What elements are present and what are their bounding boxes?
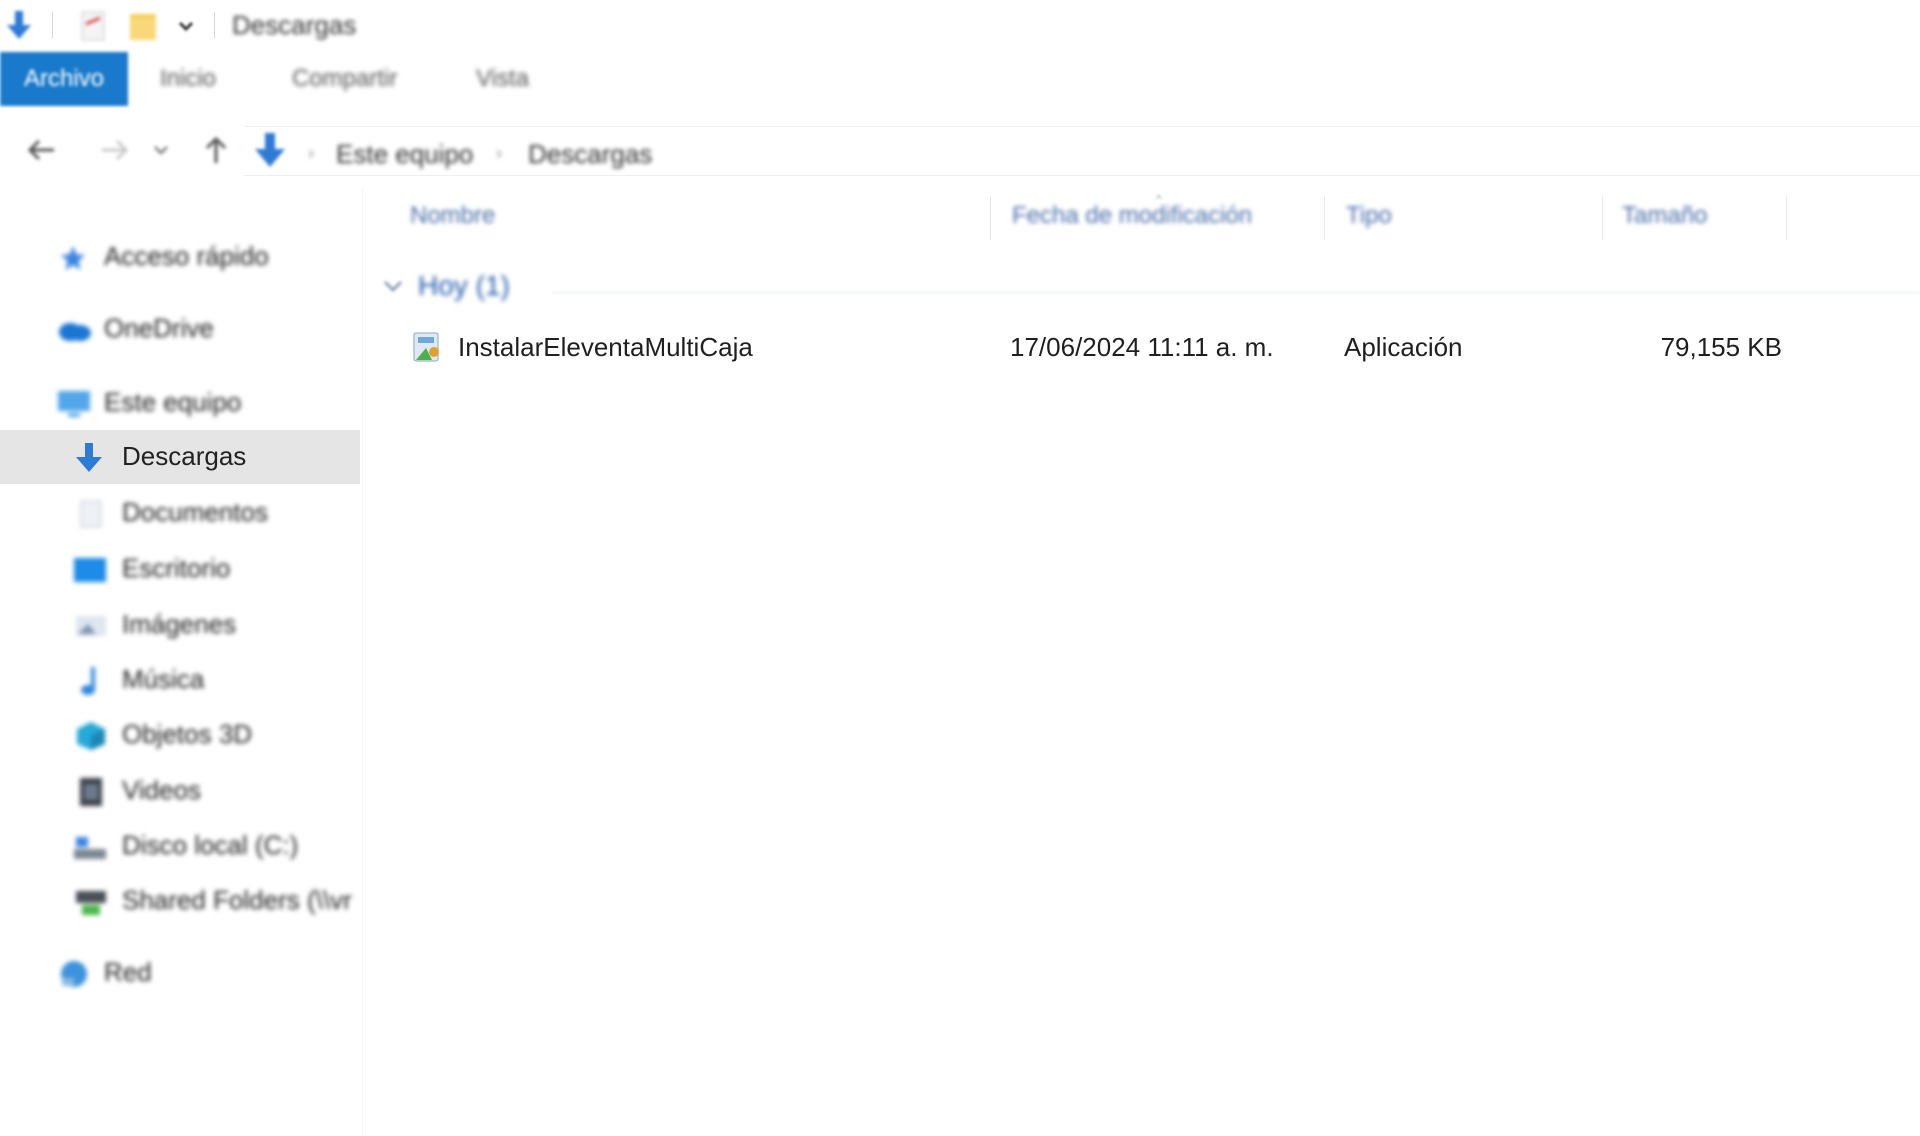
navigation-bar: › Este equipo › Descargas xyxy=(0,108,1920,188)
sidebar-item-imagenes[interactable]: Imágenes xyxy=(0,598,360,652)
file-row[interactable]: InstalarEleventaMultiCaja 17/06/2024 11:… xyxy=(402,324,1862,370)
file-modified-date: 17/06/2024 11:11 a. m. xyxy=(1010,332,1274,362)
sidebar-item-escritorio[interactable]: Escritorio xyxy=(0,542,360,596)
sidebar-item-este-equipo[interactable]: Este equipo xyxy=(0,376,360,430)
sidebar-item-descargas[interactable]: Descargas xyxy=(0,430,360,484)
tab-compartir[interactable]: Compartir xyxy=(292,52,397,106)
tab-archivo[interactable]: Archivo xyxy=(0,52,128,106)
sidebar-item-shared-folders[interactable]: Shared Folders (\\vr xyxy=(0,874,360,928)
sidebar-item-label: Este equipo xyxy=(104,387,242,417)
desktop-icon xyxy=(72,555,108,585)
navigation-pane: Acceso rápido OneDrive Este equipo Desca… xyxy=(0,188,363,1136)
forward-arrow-icon[interactable] xyxy=(94,130,134,170)
quick-access-download-icon[interactable] xyxy=(2,8,36,44)
music-note-icon xyxy=(76,666,106,696)
network-drive-icon xyxy=(74,887,108,917)
window-title: Descargas xyxy=(232,10,357,40)
back-arrow-icon[interactable] xyxy=(22,130,62,170)
quick-access-properties-icon[interactable] xyxy=(76,8,110,44)
sidebar-item-label: Acceso rápido xyxy=(104,241,269,271)
sidebar-item-label: Imágenes xyxy=(122,609,237,639)
tab-vista[interactable]: Vista xyxy=(476,52,529,106)
breadcrumb-descargas[interactable]: Descargas xyxy=(528,139,652,170)
sidebar-item-documentos[interactable]: Documentos xyxy=(0,486,360,540)
sidebar-item-acceso-rapido[interactable]: Acceso rápido xyxy=(0,230,360,284)
sidebar-item-onedrive[interactable]: OneDrive xyxy=(0,302,360,356)
sidebar-item-label: Shared Folders (\\vr xyxy=(122,885,352,915)
sidebar-item-label: Red xyxy=(104,957,152,987)
downloads-location-icon xyxy=(252,131,292,171)
group-collapse-chevron-icon[interactable] xyxy=(382,278,404,299)
drive-icon xyxy=(72,832,108,862)
sidebar-item-label: OneDrive xyxy=(104,313,214,343)
document-icon xyxy=(76,499,106,529)
sidebar-item-label: Música xyxy=(122,664,205,694)
download-arrow-icon xyxy=(74,443,104,473)
sidebar-item-label: Escritorio xyxy=(122,553,231,583)
title-bar: Descargas xyxy=(0,0,1920,52)
sidebar-item-objetos-3d[interactable]: Objetos 3D xyxy=(0,708,360,762)
sidebar-item-disco-local[interactable]: Disco local (C:) xyxy=(0,819,360,873)
cloud-icon xyxy=(56,315,92,345)
sidebar-item-label: Documentos xyxy=(122,497,268,527)
column-header-fecha[interactable]: Fecha de modificación xyxy=(1012,202,1252,230)
sidebar-item-red[interactable]: Red xyxy=(0,946,360,1000)
column-header-tipo[interactable]: Tipo xyxy=(1346,202,1392,230)
image-icon xyxy=(74,611,108,641)
ribbon: Archivo Inicio Compartir Vista xyxy=(0,52,1920,109)
customize-quick-access-chevron-icon[interactable] xyxy=(174,8,198,44)
breadcrumb-este-equipo[interactable]: Este equipo xyxy=(336,139,473,170)
network-icon xyxy=(56,959,92,989)
sidebar-item-videos[interactable]: Videos xyxy=(0,764,360,818)
file-size: 79,155 KB xyxy=(1660,332,1782,362)
film-icon xyxy=(76,777,106,807)
computer-icon xyxy=(56,389,92,419)
breadcrumb-separator-icon: › xyxy=(496,143,502,163)
star-icon xyxy=(58,243,88,273)
column-header-tamano[interactable]: Tamaño xyxy=(1622,202,1707,230)
quick-access-new-folder-icon[interactable] xyxy=(126,8,162,44)
cube-icon xyxy=(74,721,108,751)
breadcrumb-separator-icon: › xyxy=(308,143,314,163)
sidebar-item-label: Objetos 3D xyxy=(122,719,253,749)
file-name: InstalarEleventaMultiCaja xyxy=(458,332,753,362)
up-arrow-icon[interactable] xyxy=(196,130,236,170)
file-list: Nombre ^ Fecha de modificación Tipo Tama… xyxy=(362,188,1920,1136)
sidebar-item-label: Descargas xyxy=(122,441,247,471)
sidebar-item-label: Videos xyxy=(122,775,202,805)
installer-icon xyxy=(410,330,444,364)
tab-inicio[interactable]: Inicio xyxy=(160,52,216,106)
column-header-nombre[interactable]: Nombre xyxy=(410,202,495,230)
address-box[interactable]: › Este equipo › Descargas xyxy=(244,126,1920,176)
recent-locations-chevron-icon[interactable] xyxy=(146,130,176,170)
group-header-hoy[interactable]: Hoy (1) xyxy=(418,270,510,302)
sidebar-item-label: Disco local (C:) xyxy=(122,830,299,860)
file-type: Aplicación xyxy=(1344,332,1463,362)
sidebar-item-musica[interactable]: Música xyxy=(0,653,360,707)
